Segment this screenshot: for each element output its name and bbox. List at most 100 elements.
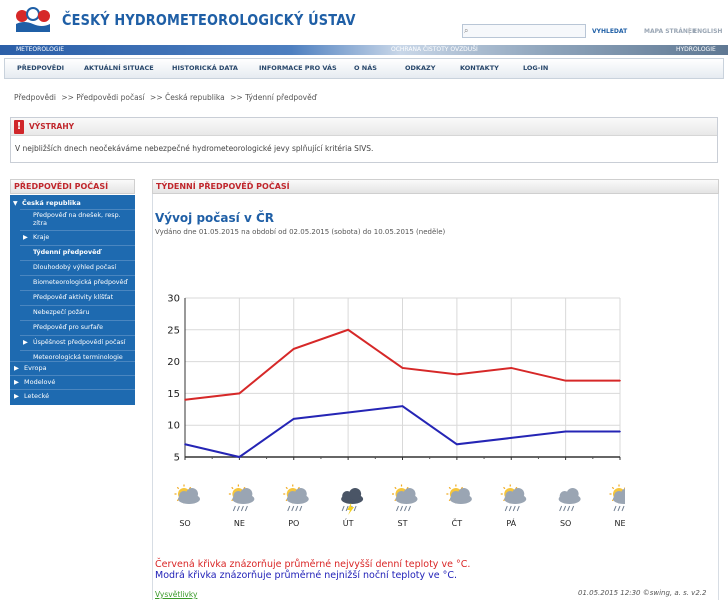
legend-max-temp: Červená křivka znázorňuje průměrné nejvy… — [155, 559, 471, 570]
sidebar-title: PŘEDPOVĚDI POČASÍ — [10, 179, 135, 194]
search-button[interactable]: VYHLEDAT — [592, 28, 627, 35]
chmi-logo-icon[interactable] — [14, 6, 52, 34]
sidebar-item-czech-republic[interactable]: ▼ Česká republika — [10, 199, 135, 209]
partly-cloudy-icon — [174, 484, 200, 504]
partly-cloudy-icon — [446, 484, 472, 504]
sidebar-item-aviation[interactable]: ▶ Letecké — [10, 389, 135, 403]
banner-meteorology[interactable]: METEOROLOGIE — [16, 45, 64, 55]
day-label: SO — [179, 519, 190, 528]
sidebar-item-label: Česká republika — [22, 199, 81, 207]
sidebar-item-label: Modelové — [24, 378, 56, 386]
search-icon: ⌕ — [464, 26, 469, 35]
warnings-panel: ! VÝSTRAHY V nejbližších dnech neočekává… — [10, 117, 718, 163]
sidebar-item-label: Nebezpečí požáru — [33, 309, 90, 316]
banner-air-quality[interactable]: OCHRANA ČISTOTY OVZDUŠÍ — [391, 45, 478, 55]
warnings-text: V nejbližších dnech neočekáváme nebezpeč… — [15, 144, 374, 153]
day-label: PÁ — [506, 517, 516, 528]
breadcrumb: Předpovědi >> Předpovědi počasí >> Česká… — [14, 93, 320, 102]
warnings-title: VÝSTRAHY — [29, 122, 75, 131]
sidebar-item-label: Předpověď na dnešek, resp. zítra — [33, 212, 121, 227]
max-temp-point — [184, 398, 186, 401]
sidebar-item-biometeo[interactable]: Biometeorologická předpověď — [20, 275, 135, 289]
day-label: ST — [398, 519, 408, 528]
search-input[interactable] — [463, 31, 585, 44]
warning-icon: ! — [14, 120, 24, 134]
y-tick-label: 10 — [167, 421, 180, 432]
content-title: TÝDENNÍ PŘEDPOVĚĎ POČASÍ — [152, 179, 719, 194]
breadcrumb-item: >> Týdenní předpověď — [230, 93, 317, 102]
chevron-right-icon: ▶ — [14, 364, 19, 372]
sidebar-item-regions[interactable]: ▶ Kraje — [20, 230, 135, 244]
nav-item-info[interactable]: INFORMACE PRO VÁS — [259, 59, 337, 78]
nav-item-about[interactable]: O NÁS — [354, 59, 377, 78]
min-temp-point — [184, 443, 186, 446]
sidebar-item-surf[interactable]: Předpověď pro surfaře — [20, 320, 135, 334]
max-temp-point — [347, 329, 349, 331]
min-temp-point — [456, 443, 458, 446]
y-tick-label: 30 — [167, 294, 180, 305]
sidebar-item-longterm[interactable]: Dlouhodobý výhled počasí — [20, 260, 135, 274]
sidebar-item-weekly[interactable]: Týdenní předpověď — [20, 245, 135, 259]
sidebar-item-label: Předpověď aktivity klíšťat — [33, 294, 114, 301]
explanations-link[interactable]: Vysvětlivky — [155, 590, 197, 599]
breadcrumb-item[interactable]: >> Předpovědi počasí — [61, 93, 144, 102]
sidebar-item-accuracy[interactable]: ▶ Úspěšnost předpovědí počasí — [20, 335, 135, 349]
chevron-right-icon: ▶ — [23, 339, 28, 346]
cloud-rain-sun-icon — [500, 484, 527, 512]
day-label: SO — [560, 519, 571, 528]
max-temp-point — [619, 379, 621, 382]
legend-min-temp: Modrá křivka znázorňuje průměrné nejnižš… — [155, 570, 458, 581]
sidebar-nav: ▼ Česká republika Předpověď na dnešek, r… — [10, 195, 135, 405]
sidebar-item-fire[interactable]: Nebezpečí požáru — [20, 305, 135, 319]
cloud-rain-sun-icon — [392, 484, 418, 512]
search-input-box[interactable] — [462, 24, 586, 44]
sidebar-item-label: Evropa — [24, 364, 47, 372]
chevron-right-icon: ▶ — [23, 234, 28, 241]
min-temp-point — [510, 437, 513, 439]
nav-item-forecasts[interactable]: PŘEDPOVĚDI — [17, 59, 64, 78]
cloud-rain-sun-icon — [228, 484, 255, 512]
day-label: ČT — [452, 517, 463, 528]
site-header: ČESKÝ HYDROMETEOROLOGICKÝ ÚSTAV ⌕ VYHLED… — [0, 0, 728, 44]
nav-item-historical[interactable]: HISTORICKÁ DATA — [172, 59, 238, 78]
chevron-right-icon: ▶ — [14, 392, 19, 400]
y-tick-label: 25 — [167, 325, 180, 336]
sidebar-item-models[interactable]: ▶ Modelové — [10, 375, 135, 389]
page-heading: Vývoj počasí v ČR — [155, 211, 274, 225]
temperature-chart: 5 10 15 20 25 30 SO NE PO ÚT ST ČT PÁ SO NE — [167, 294, 625, 528]
breadcrumb-item[interactable]: >> Česká republika — [150, 93, 225, 102]
sidebar-item-label: Dlouhodobý výhled počasí — [33, 264, 117, 271]
cloud-rain-sun-icon — [609, 484, 625, 512]
sidebar-item-label: Meteorologická terminologie — [33, 354, 123, 361]
nav-item-current[interactable]: AKTUÁLNÍ SITUACE — [84, 59, 154, 78]
cloud-rain-sun-icon — [283, 484, 309, 512]
sidebar-item-label: Týdenní předpověď — [33, 249, 101, 256]
footer-meta: 01.05.2015 12:30 ©swing, a. s. v2.2 — [578, 589, 707, 597]
nav-item-login[interactable]: LOG-IN — [523, 59, 548, 78]
sidebar-subnav: Předpověď na dnešek, resp. zítra ▶ Kraje … — [20, 209, 135, 361]
min-temp-point — [347, 411, 349, 414]
sidebar-item-ticks[interactable]: Předpověď aktivity klíšťat — [20, 290, 135, 304]
chevron-down-icon: ▼ — [13, 200, 18, 207]
section-banner: METEOROLOGIE OCHRANA ČISTOTY OVZDUŠÍ HYD… — [0, 45, 728, 55]
sidebar-item-label: Úspěšnost předpovědí počasí — [33, 339, 126, 346]
max-temp-point — [238, 392, 241, 395]
day-label: NE — [234, 519, 245, 528]
min-temp-point — [619, 430, 621, 433]
min-temp-point — [238, 456, 241, 458]
banner-hydrology[interactable]: HYDROLOGIE — [676, 45, 716, 55]
nav-item-links[interactable]: ODKAZY — [405, 59, 435, 78]
max-temp-point — [401, 367, 404, 369]
sidebar-item-label: Biometeorologická předpověď — [33, 279, 128, 286]
day-label: NE — [614, 519, 625, 528]
breadcrumb-item[interactable]: Předpovědi — [14, 93, 56, 102]
chevron-right-icon: ▶ — [14, 378, 19, 386]
english-link[interactable]: ENGLISH — [693, 28, 722, 35]
header-separator: | — [688, 27, 691, 35]
nav-item-contacts[interactable]: KONTAKTY — [460, 59, 499, 78]
sidebar-item-europe[interactable]: ▶ Evropa — [10, 361, 135, 375]
min-temp-point — [292, 418, 295, 420]
main-nav: PŘEDPOVĚDI AKTUÁLNÍ SITUACE HISTORICKÁ D… — [4, 58, 724, 79]
sidebar-item-today[interactable]: Předpověď na dnešek, resp. zítra — [20, 209, 135, 229]
site-title[interactable]: ČESKÝ HYDROMETEOROLOGICKÝ ÚSTAV — [62, 11, 356, 29]
